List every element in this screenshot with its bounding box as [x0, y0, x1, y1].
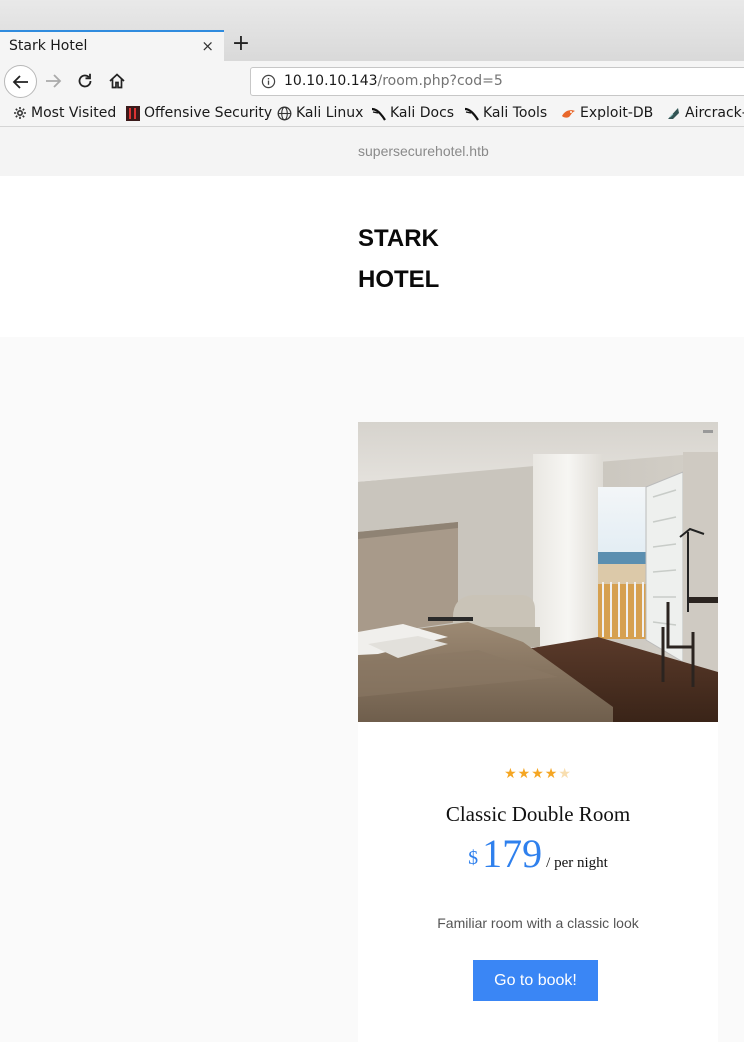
brand-line-2: HOTEL	[358, 266, 440, 293]
room-name: Classic Double Room	[445, 802, 631, 826]
url-bar[interactable]: 10.10.10.143/room.php?cod=5	[250, 67, 744, 96]
price-period: / per night	[546, 855, 608, 871]
aircrack-icon	[666, 106, 681, 121]
navigation-toolbar: 10.10.10.143/room.php?cod=5	[0, 61, 744, 101]
url-path: /room.php?cod=5	[377, 73, 503, 89]
kali-icon	[371, 106, 386, 121]
star-filled-icon: ★	[544, 766, 559, 782]
bookmark-label: Aircrack-	[685, 105, 744, 121]
price-amount: 179	[482, 831, 543, 876]
bookmark-kali-docs[interactable]: Kali Docs	[371, 105, 454, 121]
bookmarks-toolbar: Most Visited Offensive Security Kali Lin…	[0, 101, 744, 127]
rating-stars: ★★★★★	[358, 766, 718, 782]
bookmark-aircrack[interactable]: Aircrack-	[666, 105, 744, 121]
star-filled-icon: ★	[531, 766, 545, 782]
url-host: 10.10.10.143	[284, 73, 378, 89]
exploitdb-icon	[561, 106, 576, 121]
room-description: Familiar room with a classic look	[437, 915, 639, 931]
reload-icon	[78, 73, 92, 88]
site-domain: supersecurehotel.htb	[358, 143, 489, 159]
site-topbar: supersecurehotel.htb	[0, 127, 744, 176]
arrow-left-icon	[12, 74, 28, 89]
brand-line-1: STARK	[358, 225, 439, 252]
room-photo	[358, 422, 718, 722]
bookmark-label: Offensive Security	[144, 105, 273, 121]
bookmark-offensive-security[interactable]: Offensive Security	[125, 105, 272, 121]
kali-icon	[464, 106, 479, 121]
price-currency: $	[468, 847, 479, 869]
star-empty-icon: ★	[558, 766, 572, 782]
bookmark-most-visited[interactable]: Most Visited	[12, 105, 116, 121]
gear-icon	[12, 106, 27, 121]
bookmark-exploit-db[interactable]: Exploit-DB	[561, 105, 653, 121]
bookmark-label: Kali Linux	[296, 105, 364, 121]
new-tab-button[interactable]: +	[230, 33, 252, 55]
bookmark-kali-linux[interactable]: Kali Linux	[277, 105, 363, 121]
site-header: STARK HOTEL	[0, 176, 744, 337]
bookmark-label: Exploit-DB	[580, 105, 654, 121]
room-price: $ 179 / per night	[358, 830, 718, 877]
bookmark-label: Kali Tools	[483, 105, 548, 121]
reload-button[interactable]	[70, 66, 100, 96]
star-filled-icon: ★	[517, 766, 532, 782]
close-tab-icon[interactable]: ×	[201, 37, 214, 55]
info-icon[interactable]	[261, 74, 276, 89]
bookmark-kali-tools[interactable]: Kali Tools	[464, 105, 547, 121]
book-button[interactable]: Go to book!	[473, 960, 598, 1001]
globe-icon	[277, 106, 292, 121]
bookmark-label: Most Visited	[31, 105, 117, 121]
room-card: ★★★★★ Classic Double Room $ 179 / per ni…	[358, 422, 718, 1042]
forward-button[interactable]	[38, 66, 68, 96]
bookmark-label: Kali Docs	[390, 105, 455, 121]
site-logo[interactable]: STARK HOTEL	[358, 218, 478, 300]
home-button[interactable]	[102, 66, 132, 96]
web-page: supersecurehotel.htb STARK HOTEL ★★★★★ C…	[0, 127, 744, 1042]
browser-tab[interactable]: Stark Hotel ×	[0, 30, 224, 61]
back-button[interactable]	[4, 65, 37, 98]
tab-title: Stark Hotel	[9, 38, 88, 54]
tab-strip: Stark Hotel × +	[0, 0, 744, 61]
star-filled-icon: ★	[504, 766, 518, 782]
home-icon	[109, 73, 125, 89]
offsec-icon	[125, 105, 140, 121]
url-text[interactable]: 10.10.10.143/room.php?cod=5	[284, 73, 503, 89]
arrow-right-icon	[46, 74, 62, 88]
